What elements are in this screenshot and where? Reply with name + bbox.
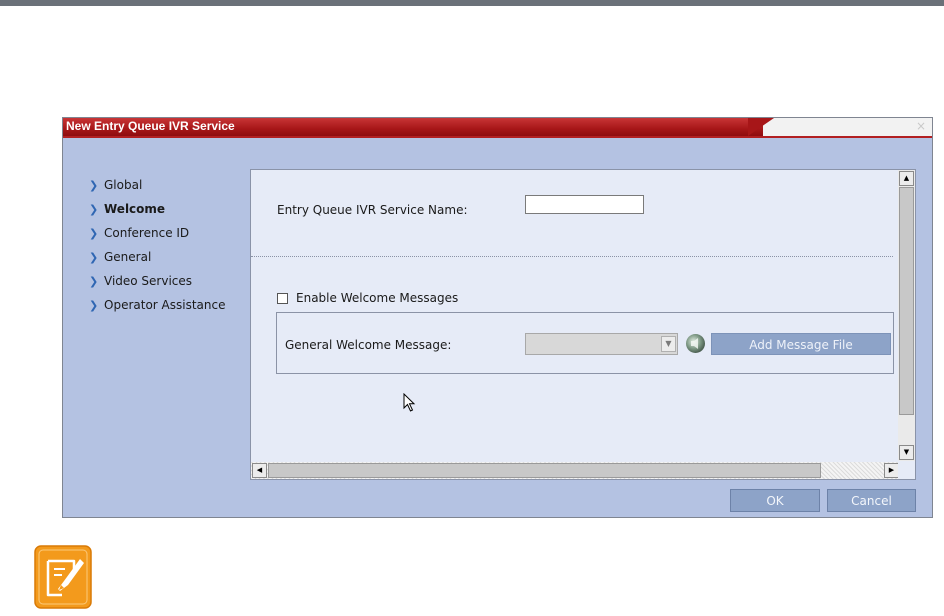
sidebar-item-conference-id[interactable]: ❯ Conference ID — [89, 221, 259, 245]
chevron-right-icon: ❯ — [89, 274, 99, 288]
sidebar-item-label: Global — [104, 178, 143, 192]
sidebar-item-label: Video Services — [104, 274, 193, 288]
sidebar-item-label: Conference ID — [104, 226, 190, 240]
chevron-right-icon: ❯ — [89, 298, 99, 312]
vertical-scrollbar[interactable]: ▲ ▼ — [898, 170, 915, 461]
sidebar-nav: ❯ Global ❯ Welcome ❯ Conference ID ❯ Gen… — [89, 173, 259, 317]
welcome-panel: Entry Queue IVR Service Name: Enable Wel… — [250, 169, 916, 480]
sidebar-item-label: Operator Assistance — [104, 298, 226, 312]
enable-welcome-label: Enable Welcome Messages — [296, 291, 459, 305]
sidebar-item-general[interactable]: ❯ General — [89, 245, 259, 269]
sidebar-item-label: Welcome — [104, 202, 166, 216]
chevron-right-icon: ❯ — [89, 202, 99, 216]
chevron-right-icon: ❯ — [89, 178, 99, 192]
ok-button[interactable]: OK — [730, 489, 820, 512]
sidebar-item-global[interactable]: ❯ Global — [89, 173, 259, 197]
service-name-input[interactable] — [525, 195, 644, 214]
welcome-message-group: General Welcome Message: ▼ Add Message F… — [276, 312, 894, 374]
scroll-right-icon[interactable]: ▶ — [884, 463, 899, 478]
title-underline — [63, 136, 932, 138]
horizontal-scrollbar[interactable]: ◀ ▶ — [251, 462, 900, 479]
enable-welcome-checkbox[interactable] — [277, 292, 288, 304]
enable-welcome-row: Enable Welcome Messages — [277, 291, 458, 305]
sidebar-item-operator-assistance[interactable]: ❯ Operator Assistance — [89, 293, 259, 317]
scrollbar-corner — [898, 462, 915, 479]
dialog-window: New Entry Queue IVR Service × ❯ Global ❯… — [62, 117, 933, 518]
sidebar-item-label: General — [104, 250, 152, 264]
close-icon[interactable]: × — [916, 119, 926, 133]
general-welcome-select[interactable]: ▼ — [525, 333, 678, 355]
title-bar[interactable]: New Entry Queue IVR Service × — [63, 118, 932, 136]
sidebar-item-video-services[interactable]: ❯ Video Services — [89, 269, 259, 293]
title-bar-tab-tail — [748, 118, 774, 136]
top-border — [0, 0, 944, 6]
scroll-up-icon[interactable]: ▲ — [899, 171, 914, 186]
note-icon — [34, 545, 92, 609]
speaker-icon[interactable] — [685, 333, 706, 354]
cancel-button[interactable]: Cancel — [827, 489, 916, 512]
add-message-file-button[interactable]: Add Message File — [711, 333, 891, 355]
chevron-right-icon: ❯ — [89, 226, 99, 240]
mouse-pointer-icon — [403, 393, 416, 412]
horizontal-scroll-thumb[interactable] — [268, 463, 821, 478]
section-divider — [251, 256, 893, 257]
sidebar-item-welcome[interactable]: ❯ Welcome — [89, 197, 259, 221]
service-name-label: Entry Queue IVR Service Name: — [277, 203, 468, 217]
scroll-left-icon[interactable]: ◀ — [252, 463, 267, 478]
chevron-right-icon: ❯ — [89, 250, 99, 264]
scroll-down-icon[interactable]: ▼ — [899, 445, 914, 460]
chevron-down-icon[interactable]: ▼ — [661, 336, 676, 352]
window-title: New Entry Queue IVR Service — [66, 119, 235, 133]
vertical-scroll-thumb[interactable] — [899, 187, 914, 415]
general-welcome-label: General Welcome Message: — [285, 338, 452, 352]
